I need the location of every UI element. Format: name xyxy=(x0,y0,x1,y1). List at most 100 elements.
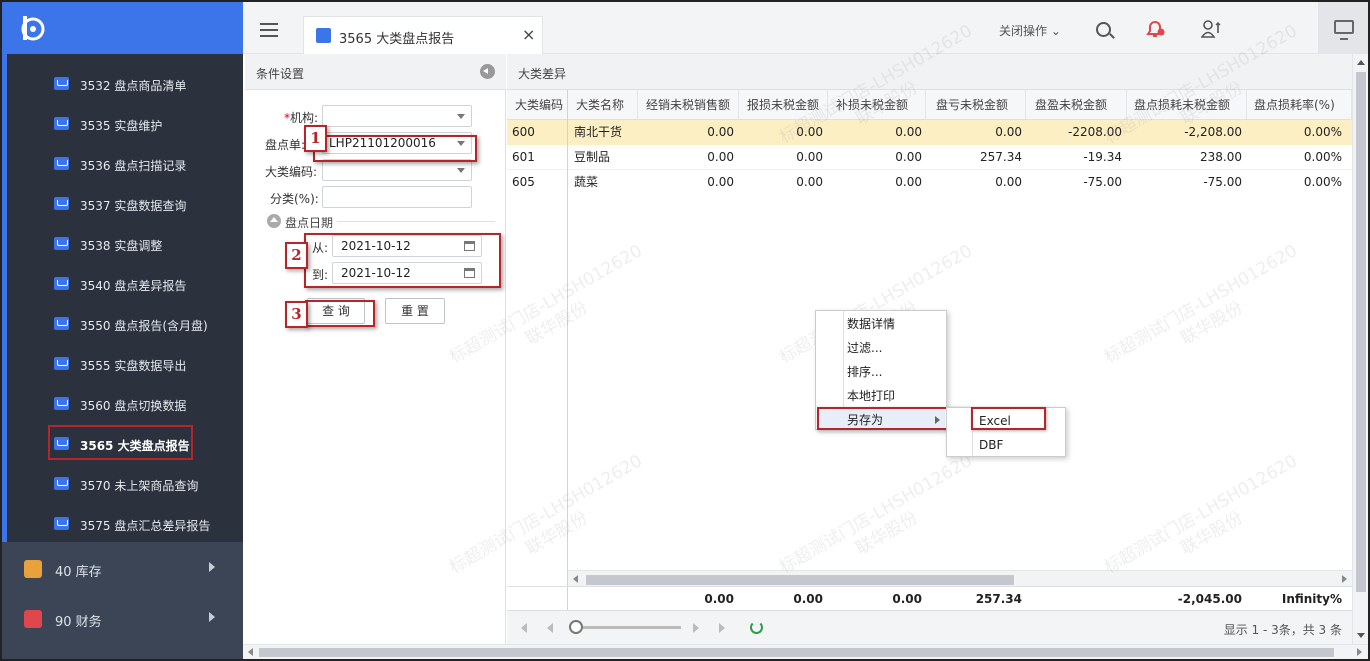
col-header[interactable]: 大类名称 xyxy=(568,90,638,120)
cell: 0.00 xyxy=(995,175,1022,189)
user-icon[interactable] xyxy=(1201,20,1223,38)
total-cell: -2,045.00 xyxy=(1177,592,1242,606)
scroll-thumb[interactable] xyxy=(259,648,1334,657)
cell: 蔬菜 xyxy=(574,175,599,189)
totals-row: 0.00 0.00 0.00 257.34 -2,045.00 Infinity… xyxy=(507,586,1352,610)
cell: 0.00 xyxy=(995,125,1022,139)
date-section-header[interactable]: 盘点日期 xyxy=(267,214,495,230)
scroll-thumb[interactable] xyxy=(586,575,1014,585)
sidebar-group-label: 90 财务 xyxy=(55,615,102,630)
scroll-right-icon[interactable] xyxy=(1342,575,1347,583)
sidebar-item-3575[interactable]: 3575 盘点汇总差异报告 xyxy=(7,504,243,544)
cell: 605 xyxy=(512,175,535,189)
sidebar-item-3536[interactable]: 3536 盘点扫描记录 xyxy=(7,144,243,184)
total-cell xyxy=(1026,587,1122,612)
first-page-icon[interactable] xyxy=(521,623,527,633)
tab-3565[interactable]: 3565 大类盘点报告 × xyxy=(303,16,543,54)
sidebar-item-3535[interactable]: 3535 实盘维护 xyxy=(7,104,243,144)
cell: 0.00 xyxy=(707,175,734,189)
class-input[interactable] xyxy=(322,186,472,208)
col-header[interactable]: 经销未税销售额 xyxy=(638,90,739,120)
sidebar-item-label: 3550 盘点报告(含月盘) xyxy=(80,319,208,333)
cell: 0.00 xyxy=(707,150,734,164)
sidebar: 3532 盘点商品清单 3535 实盘维护 3536 盘点扫描记录 3537 实… xyxy=(2,2,243,659)
col-header[interactable]: 盘点损耗未税金额 xyxy=(1127,90,1247,120)
collapse-up-icon[interactable] xyxy=(267,214,281,228)
cell: 0.00% xyxy=(1303,150,1342,164)
menu-item-sort[interactable]: 排序... xyxy=(817,360,945,384)
org-select[interactable] xyxy=(322,105,472,127)
sidebar-item-3532[interactable]: 3532 盘点商品清单 xyxy=(7,64,243,104)
total-cell: 0.00 xyxy=(704,592,734,606)
cell: -19.34 xyxy=(1083,150,1122,164)
scroll-up-icon[interactable] xyxy=(1357,60,1365,65)
callout-box-1 xyxy=(313,135,477,162)
sidebar-item-3540[interactable]: 3540 盘点差异报告 xyxy=(7,264,243,304)
menu-item-details[interactable]: 数据详情 xyxy=(817,312,945,336)
scroll-down-icon[interactable] xyxy=(1357,633,1365,638)
callout-badge-3: 3 xyxy=(285,301,308,328)
page-slider-track[interactable] xyxy=(569,626,681,629)
cart-icon xyxy=(54,237,69,250)
refresh-icon[interactable] xyxy=(750,621,763,634)
reset-button[interactable]: 重 置 xyxy=(385,298,445,324)
close-icon[interactable]: × xyxy=(522,25,535,44)
menu-item-filter[interactable]: 过滤... xyxy=(817,336,945,360)
chevron-down-icon xyxy=(457,168,465,173)
cart-icon xyxy=(54,117,69,130)
cell: 0.00 xyxy=(796,150,823,164)
prev-page-icon[interactable] xyxy=(547,623,553,633)
cell: 0.00 xyxy=(895,150,922,164)
scroll-left-icon[interactable] xyxy=(573,575,578,583)
menu-item-print[interactable]: 本地打印 xyxy=(817,384,945,408)
close-operations-dropdown[interactable]: 关闭操作 ⌄ xyxy=(999,22,1061,39)
total-cell: 257.34 xyxy=(975,592,1022,606)
last-page-icon[interactable] xyxy=(719,623,725,633)
sidebar-item-label: 3575 盘点汇总差异报告 xyxy=(80,519,211,533)
col-header[interactable]: 大类编码 xyxy=(507,90,568,120)
notification-bell-icon[interactable] xyxy=(1144,19,1166,39)
callout-excel xyxy=(971,407,1046,430)
menu-toggle-icon[interactable] xyxy=(260,23,278,37)
logo-icon[interactable] xyxy=(19,14,47,42)
cell: 0.00 xyxy=(895,125,922,139)
cart-icon xyxy=(54,357,69,370)
cell: 0.00% xyxy=(1303,125,1342,139)
scroll-thumb[interactable] xyxy=(1356,72,1366,592)
sidebar-item-3550[interactable]: 3550 盘点报告(含月盘) xyxy=(7,304,243,344)
grid-horizontal-scrollbar[interactable] xyxy=(568,570,1352,586)
app-window: 3532 盘点商品清单 3535 实盘维护 3536 盘点扫描记录 3537 实… xyxy=(0,0,1370,661)
sidebar-item-3560[interactable]: 3560 盘点切换数据 xyxy=(7,384,243,424)
top-bar: 3565 大类盘点报告 × 关闭操作 ⌄ xyxy=(243,2,1368,54)
monitor-button[interactable] xyxy=(1318,2,1368,54)
cell: 南北干货 xyxy=(574,125,623,139)
col-header[interactable]: 报损未税金额 xyxy=(739,90,828,120)
next-page-icon[interactable] xyxy=(693,623,699,633)
col-header[interactable]: 补损未税金额 xyxy=(828,90,926,120)
vertical-scrollbar[interactable] xyxy=(1352,54,1368,644)
table-row[interactable]: 605 蔬菜 0.00 0.00 0.00 0.00 -75.00 -75.00… xyxy=(507,170,1352,195)
col-header[interactable]: 盘点损耗率(%) xyxy=(1247,90,1352,120)
sidebar-item-label: 3540 盘点差异报告 xyxy=(80,279,187,293)
menu-item-dbf[interactable]: DBF xyxy=(948,433,1065,457)
col-header[interactable]: 盘盈未税金额 xyxy=(1026,90,1127,120)
page-horizontal-scrollbar[interactable] xyxy=(243,644,1368,659)
table-row[interactable]: 600 南北干货 0.00 0.00 0.00 0.00 -2208.00 -2… xyxy=(507,120,1352,145)
scroll-right-icon[interactable] xyxy=(1357,648,1362,656)
scroll-left-icon[interactable] xyxy=(248,648,253,656)
search-icon[interactable] xyxy=(1096,22,1111,37)
category-select[interactable] xyxy=(322,159,472,181)
collapse-left-icon[interactable] xyxy=(480,64,495,79)
sidebar-group-finance[interactable]: 90 财务 xyxy=(2,594,243,644)
divider xyxy=(337,221,495,222)
sidebar-group-inventory[interactable]: 40 库存 xyxy=(2,544,243,594)
sidebar-item-3537[interactable]: 3537 实盘数据查询 xyxy=(7,184,243,224)
page-slider-knob[interactable] xyxy=(569,620,583,634)
cell: -2,208.00 xyxy=(1184,125,1242,139)
report-title: 大类差异 xyxy=(518,67,567,81)
table-row[interactable]: 601 豆制品 0.00 0.00 0.00 257.34 -19.34 238… xyxy=(507,145,1352,170)
sidebar-item-3538[interactable]: 3538 实盘调整 xyxy=(7,224,243,264)
sidebar-item-3555[interactable]: 3555 实盘数据导出 xyxy=(7,344,243,384)
sidebar-item-3570[interactable]: 3570 未上架商品查询 xyxy=(7,464,243,504)
col-header[interactable]: 盘亏未税金额 xyxy=(926,90,1026,120)
